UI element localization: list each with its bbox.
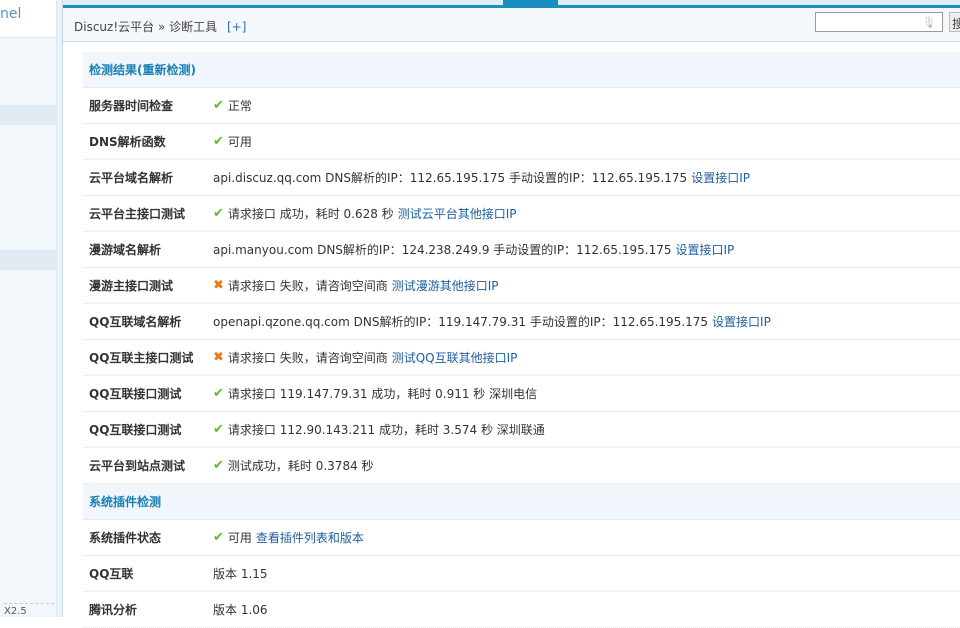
table-row: QQ互联接口测试 ✔ 请求接口 112.90.143.211 成功，耗时 3.574… — [83, 412, 960, 448]
row-value: 正常 — [227, 99, 252, 113]
row-value: openapi.qzone.qq.com DNS解析的IP：119.147.79… — [213, 315, 709, 329]
row-value: 请求接口 失败，请咨询空间商 — [227, 351, 388, 365]
row-label: 云平台主接口测试 — [89, 207, 186, 221]
row-value: 版本 1.15 — [213, 567, 268, 581]
row-value: api.discuz.qq.com DNS解析的IP：112.65.195.17… — [213, 171, 688, 185]
active-nav-tab[interactable] — [503, 0, 558, 8]
row-link[interactable]: 测试QQ互联其他接口IP — [392, 349, 518, 366]
row-label: 系统插件状态 — [89, 531, 162, 545]
sidebar-item[interactable] — [0, 105, 57, 125]
row-value: 请求接口 成功，耗时 0.628 秒 — [227, 207, 394, 221]
table-row: QQ互联 版本 1.15 — [83, 556, 960, 592]
row-label: 云平台到站点测试 — [89, 459, 186, 473]
row-label: 腾讯分析 — [89, 603, 138, 617]
microphone-icon[interactable]: 🎙 — [922, 16, 936, 29]
table-row: 腾讯分析 版本 1.06 — [83, 592, 960, 628]
check-icon: ✔ — [213, 530, 224, 545]
check-icon: ✔ — [213, 206, 224, 221]
section-header: 检测结果(重新检测) — [83, 52, 960, 88]
row-value: 请求接口 112.90.143.211 成功，耗时 3.574 秒 深圳联通 — [227, 423, 545, 437]
main-panel: Discuz!云平台 » 诊断工具 [+] 🎙 搜 检测结果(重新检测) 服务器时… — [62, 0, 960, 628]
row-label: DNS解析函数 — [89, 135, 166, 149]
row-link[interactable]: 测试云平台其他接口IP — [398, 205, 517, 222]
table-row: 漫游域名解析 api.manyou.com DNS解析的IP：124.238.24… — [83, 232, 960, 268]
row-label: QQ互联接口测试 — [89, 387, 182, 401]
row-link[interactable]: 查看插件列表和版本 — [256, 529, 364, 546]
sidebar-logo: nel — [0, 0, 56, 38]
breadcrumb-sep: » — [157, 20, 166, 34]
row-value: 测试成功，耗时 0.3784 秒 — [227, 459, 374, 473]
add-shortcut-link[interactable]: [+] — [227, 20, 246, 34]
diagnostic-table: 检测结果(重新检测) 服务器时间检查 ✔ 正常 DNS解析函数 ✔ 可用 云平台域名解析 api… — [83, 52, 960, 628]
row-value: 请求接口 失败，请咨询空间商 — [227, 279, 388, 293]
section-header: 系统插件检测 — [83, 484, 960, 520]
sidebar-item[interactable] — [0, 250, 57, 270]
table-row: 云平台域名解析 api.discuz.qq.com DNS解析的IP：112.65… — [83, 160, 960, 196]
row-link[interactable]: 设置接口IP — [691, 169, 750, 186]
table-row: 系统插件状态 ✔ 可用 查看插件列表和版本 — [83, 520, 960, 556]
row-value: 版本 1.06 — [213, 603, 268, 617]
check-icon: ✔ — [213, 458, 224, 473]
table-row: QQ互联接口测试 ✔ 请求接口 119.147.79.31 成功，耗时 0.911 … — [83, 376, 960, 412]
row-link[interactable]: 设置接口IP — [712, 313, 771, 330]
breadcrumb: Discuz!云平台 » 诊断工具 [+] 🎙 搜 — [63, 8, 960, 42]
check-icon: ✔ — [213, 386, 224, 401]
section-title: 系统插件检测 — [89, 495, 162, 509]
row-value: 请求接口 119.147.79.31 成功，耗时 0.911 秒 深圳电信 — [227, 387, 538, 401]
sidebar: nel X2.5 — [0, 0, 57, 617]
table-row: 服务器时间检查 ✔ 正常 — [83, 88, 960, 124]
row-label: QQ互联接口测试 — [89, 423, 182, 437]
table-row: 云平台主接口测试 ✔ 请求接口 成功，耗时 0.628 秒测试云平台其他接口IP — [83, 196, 960, 232]
cross-icon: ✖ — [213, 350, 224, 365]
row-value: api.manyou.com DNS解析的IP：124.238.249.9 手动… — [213, 243, 672, 257]
version-label: X2.5 — [4, 603, 54, 617]
row-label: 服务器时间检查 — [89, 99, 174, 113]
row-label: QQ互联域名解析 — [89, 315, 182, 329]
row-label: 漫游域名解析 — [89, 243, 162, 257]
top-nav — [63, 0, 960, 8]
check-icon: ✔ — [213, 422, 224, 437]
row-label: 漫游主接口测试 — [89, 279, 174, 293]
row-label: QQ互联 — [89, 567, 134, 581]
row-link[interactable]: 测试漫游其他接口IP — [392, 277, 499, 294]
section-title[interactable]: 检测结果(重新检测) — [89, 61, 196, 78]
breadcrumb-current: 诊断工具 — [169, 20, 218, 34]
breadcrumb-root[interactable]: Discuz!云平台 — [74, 20, 154, 34]
row-label: 云平台域名解析 — [89, 171, 174, 185]
check-icon: ✔ — [213, 98, 224, 113]
row-label: QQ互联主接口测试 — [89, 351, 194, 365]
table-row: 漫游主接口测试 ✖ 请求接口 失败，请咨询空间商 测试漫游其他接口IP — [83, 268, 960, 304]
table-row: QQ互联域名解析 openapi.qzone.qq.com DNS解析的IP：11… — [83, 304, 960, 340]
check-icon: ✔ — [213, 134, 224, 149]
search-input[interactable]: 🎙 — [815, 12, 943, 32]
row-link[interactable]: 设置接口IP — [676, 241, 735, 258]
row-value: 可用 — [227, 531, 252, 545]
row-value: 可用 — [227, 135, 252, 149]
table-row: QQ互联主接口测试 ✖ 请求接口 失败，请咨询空间商 测试QQ互联其他接口IP — [83, 340, 960, 376]
table-row: 云平台到站点测试 ✔ 测试成功，耗时 0.3784 秒 — [83, 448, 960, 484]
table-row: DNS解析函数 ✔ 可用 — [83, 124, 960, 160]
cross-icon: ✖ — [213, 278, 224, 293]
search-button[interactable]: 搜 — [949, 12, 960, 32]
